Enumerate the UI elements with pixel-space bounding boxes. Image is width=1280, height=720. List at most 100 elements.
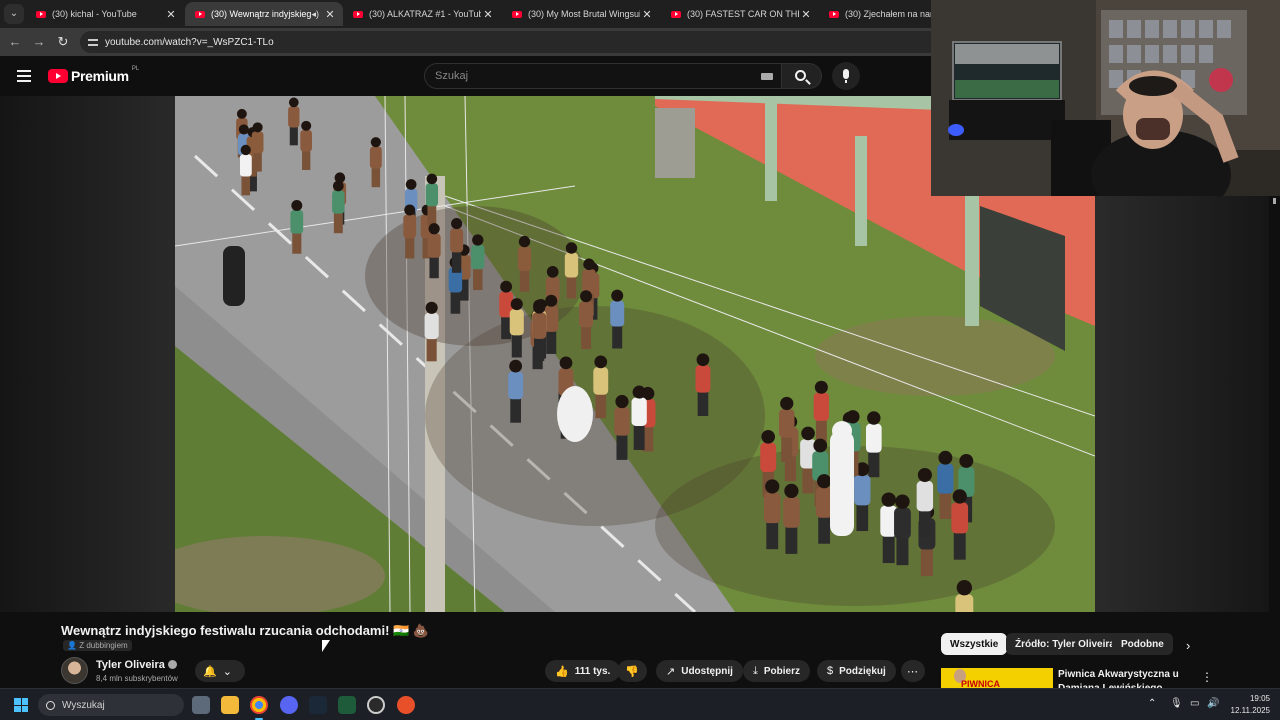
- crowd-figure: [583, 258, 595, 271]
- windows-start-icon[interactable]: [14, 698, 28, 712]
- dislike-button[interactable]: 👎: [617, 660, 647, 682]
- voice-search-button[interactable]: [832, 62, 860, 90]
- download-button[interactable]: ⤓ Pobierz: [743, 660, 810, 682]
- file-explorer-icon[interactable]: [221, 696, 239, 714]
- clock-time: 19:05: [1249, 694, 1270, 703]
- crowd-figure: [427, 233, 441, 258]
- thanks-button[interactable]: $ Podziękuj: [817, 660, 896, 682]
- chrome-icon[interactable]: [250, 696, 268, 714]
- close-icon[interactable]: ✕: [164, 8, 178, 21]
- crowd-figure: [695, 365, 711, 393]
- windows-taskbar: Wyszukaj ⌃ 🎙 ▭ 🔊 19:05 12.11.2025: [0, 688, 1280, 720]
- search-input[interactable]: Szukaj: [424, 63, 782, 89]
- crowd-figure: [818, 515, 831, 544]
- chip-from-channel[interactable]: Źródło: Tyler Oliveira: [1006, 633, 1124, 655]
- crowd-figure: [566, 275, 577, 299]
- crowd-figure: [452, 250, 462, 273]
- crowd-figure: [370, 137, 381, 148]
- share-label: Udostępnij: [681, 665, 733, 677]
- crowd-figure: [511, 333, 522, 358]
- xbox-app-icon[interactable]: [338, 696, 356, 714]
- browser-tab-active[interactable]: (30) Wewnątrz indyjskiego f ◂) ✕: [185, 2, 343, 26]
- site-info-icon[interactable]: [88, 37, 98, 47]
- chevron-right-icon[interactable]: ›: [1186, 638, 1190, 653]
- notification-bell-button[interactable]: 🔔 ⌄: [195, 660, 245, 682]
- close-icon[interactable]: ✕: [481, 8, 495, 21]
- address-bar[interactable]: youtube.com/watch?v=_WsPZC1-TLo: [80, 31, 940, 53]
- crowd-figure: [371, 166, 381, 188]
- scrollbar-thumb[interactable]: [1273, 198, 1276, 204]
- youtube-favicon-icon: [353, 10, 363, 18]
- crowd-figure: [565, 242, 578, 254]
- crowd-figure: [509, 359, 523, 373]
- task-view-icon[interactable]: [192, 696, 210, 714]
- channel-avatar[interactable]: [61, 657, 88, 684]
- thumbs-down-icon: 👎: [625, 665, 639, 678]
- crowd-figure: [814, 380, 828, 394]
- chip-related[interactable]: Podobne: [1112, 633, 1173, 655]
- share-button[interactable]: ↗ Udostępnij: [656, 660, 743, 682]
- browser-tab[interactable]: (30) ALKATRAZ #1 - YouTube ✕: [343, 2, 501, 26]
- crowd-figure: [253, 151, 262, 172]
- microphone-tray-icon[interactable]: 🎙: [1170, 698, 1183, 709]
- more-actions-button[interactable]: ⋯: [901, 660, 925, 682]
- volume-icon[interactable]: 🔊: [1207, 698, 1219, 709]
- crowd-figure: [959, 453, 974, 468]
- crowd-figure: [332, 190, 345, 214]
- recommended-thumbnail[interactable]: PIWNICA: [941, 668, 1053, 688]
- steam-icon[interactable]: [309, 696, 327, 714]
- menu-icon[interactable]: [17, 70, 31, 82]
- search-button[interactable]: [782, 63, 822, 89]
- thumbs-up-icon: 👍: [555, 665, 569, 678]
- obs-icon[interactable]: [367, 696, 385, 714]
- discord-icon[interactable]: [280, 696, 298, 714]
- tab-search-menu-button[interactable]: ⌄: [4, 4, 24, 24]
- app-icon[interactable]: [397, 696, 415, 714]
- crowd-figure: [450, 290, 461, 314]
- country-code: PL: [131, 66, 140, 72]
- back-icon[interactable]: ←: [6, 33, 24, 51]
- crowd-figure: [428, 223, 440, 235]
- like-count: 111 tys.: [574, 665, 611, 677]
- taskbar-search[interactable]: Wyszukaj: [38, 694, 184, 716]
- crowd-figure: [760, 442, 777, 473]
- keyboard-icon[interactable]: [761, 73, 773, 80]
- browser-tab[interactable]: (30) kichal - YouTube ✕: [26, 2, 184, 26]
- close-icon[interactable]: ✕: [323, 8, 337, 21]
- more-options-icon[interactable]: ⋮: [1201, 670, 1213, 684]
- microphone-icon: [843, 69, 849, 83]
- youtube-premium-logo[interactable]: Premium PL: [48, 66, 140, 84]
- chevron-up-icon[interactable]: ⌃: [1148, 698, 1156, 709]
- browser-tab[interactable]: (30) FASTEST CAR ON THE PLA ✕: [661, 2, 819, 26]
- close-icon[interactable]: ✕: [799, 8, 813, 21]
- crowd-figure: [239, 154, 252, 177]
- youtube-favicon-icon: [512, 10, 522, 18]
- chip-all[interactable]: Wszystkie: [941, 633, 1008, 655]
- crowd-figure: [425, 301, 438, 314]
- speaker-icon[interactable]: ◂): [311, 9, 319, 20]
- network-icon[interactable]: ▭: [1190, 698, 1199, 709]
- like-button[interactable]: 👍 111 tys.: [545, 660, 621, 682]
- browser-tab[interactable]: (30) Zjechałem na nartach: [819, 2, 931, 26]
- verified-icon: [167, 660, 177, 669]
- crowd-figure: [781, 435, 793, 462]
- close-icon[interactable]: ✕: [640, 8, 654, 21]
- crowd-figure: [471, 244, 485, 270]
- tab-title: (30) My Most Brutal Wingsuit F: [528, 9, 640, 19]
- crowd-figure: [289, 125, 298, 146]
- channel-name-row[interactable]: Tyler Oliveira: [96, 659, 177, 671]
- channel-name[interactable]: Tyler Oliveira: [96, 659, 165, 671]
- search-placeholder: Szukaj: [435, 70, 469, 82]
- crowd-figure: [894, 507, 911, 539]
- recommended-title[interactable]: Piwnica Akwarystyczna u Damiana Lewiński…: [1058, 668, 1188, 688]
- clock[interactable]: 19:05 12.11.2025: [1230, 693, 1270, 717]
- crowd-figure: [500, 280, 513, 293]
- crowd-figure: [519, 269, 530, 292]
- share-icon: ↗: [666, 665, 676, 678]
- search-icon: [795, 70, 806, 81]
- browser-tab[interactable]: (30) My Most Brutal Wingsuit F ✕: [502, 2, 660, 26]
- forward-icon[interactable]: →: [30, 33, 48, 51]
- crowd-figure: [953, 531, 966, 560]
- crowd-figure: [333, 211, 343, 234]
- reload-icon[interactable]: ↻: [54, 33, 72, 51]
